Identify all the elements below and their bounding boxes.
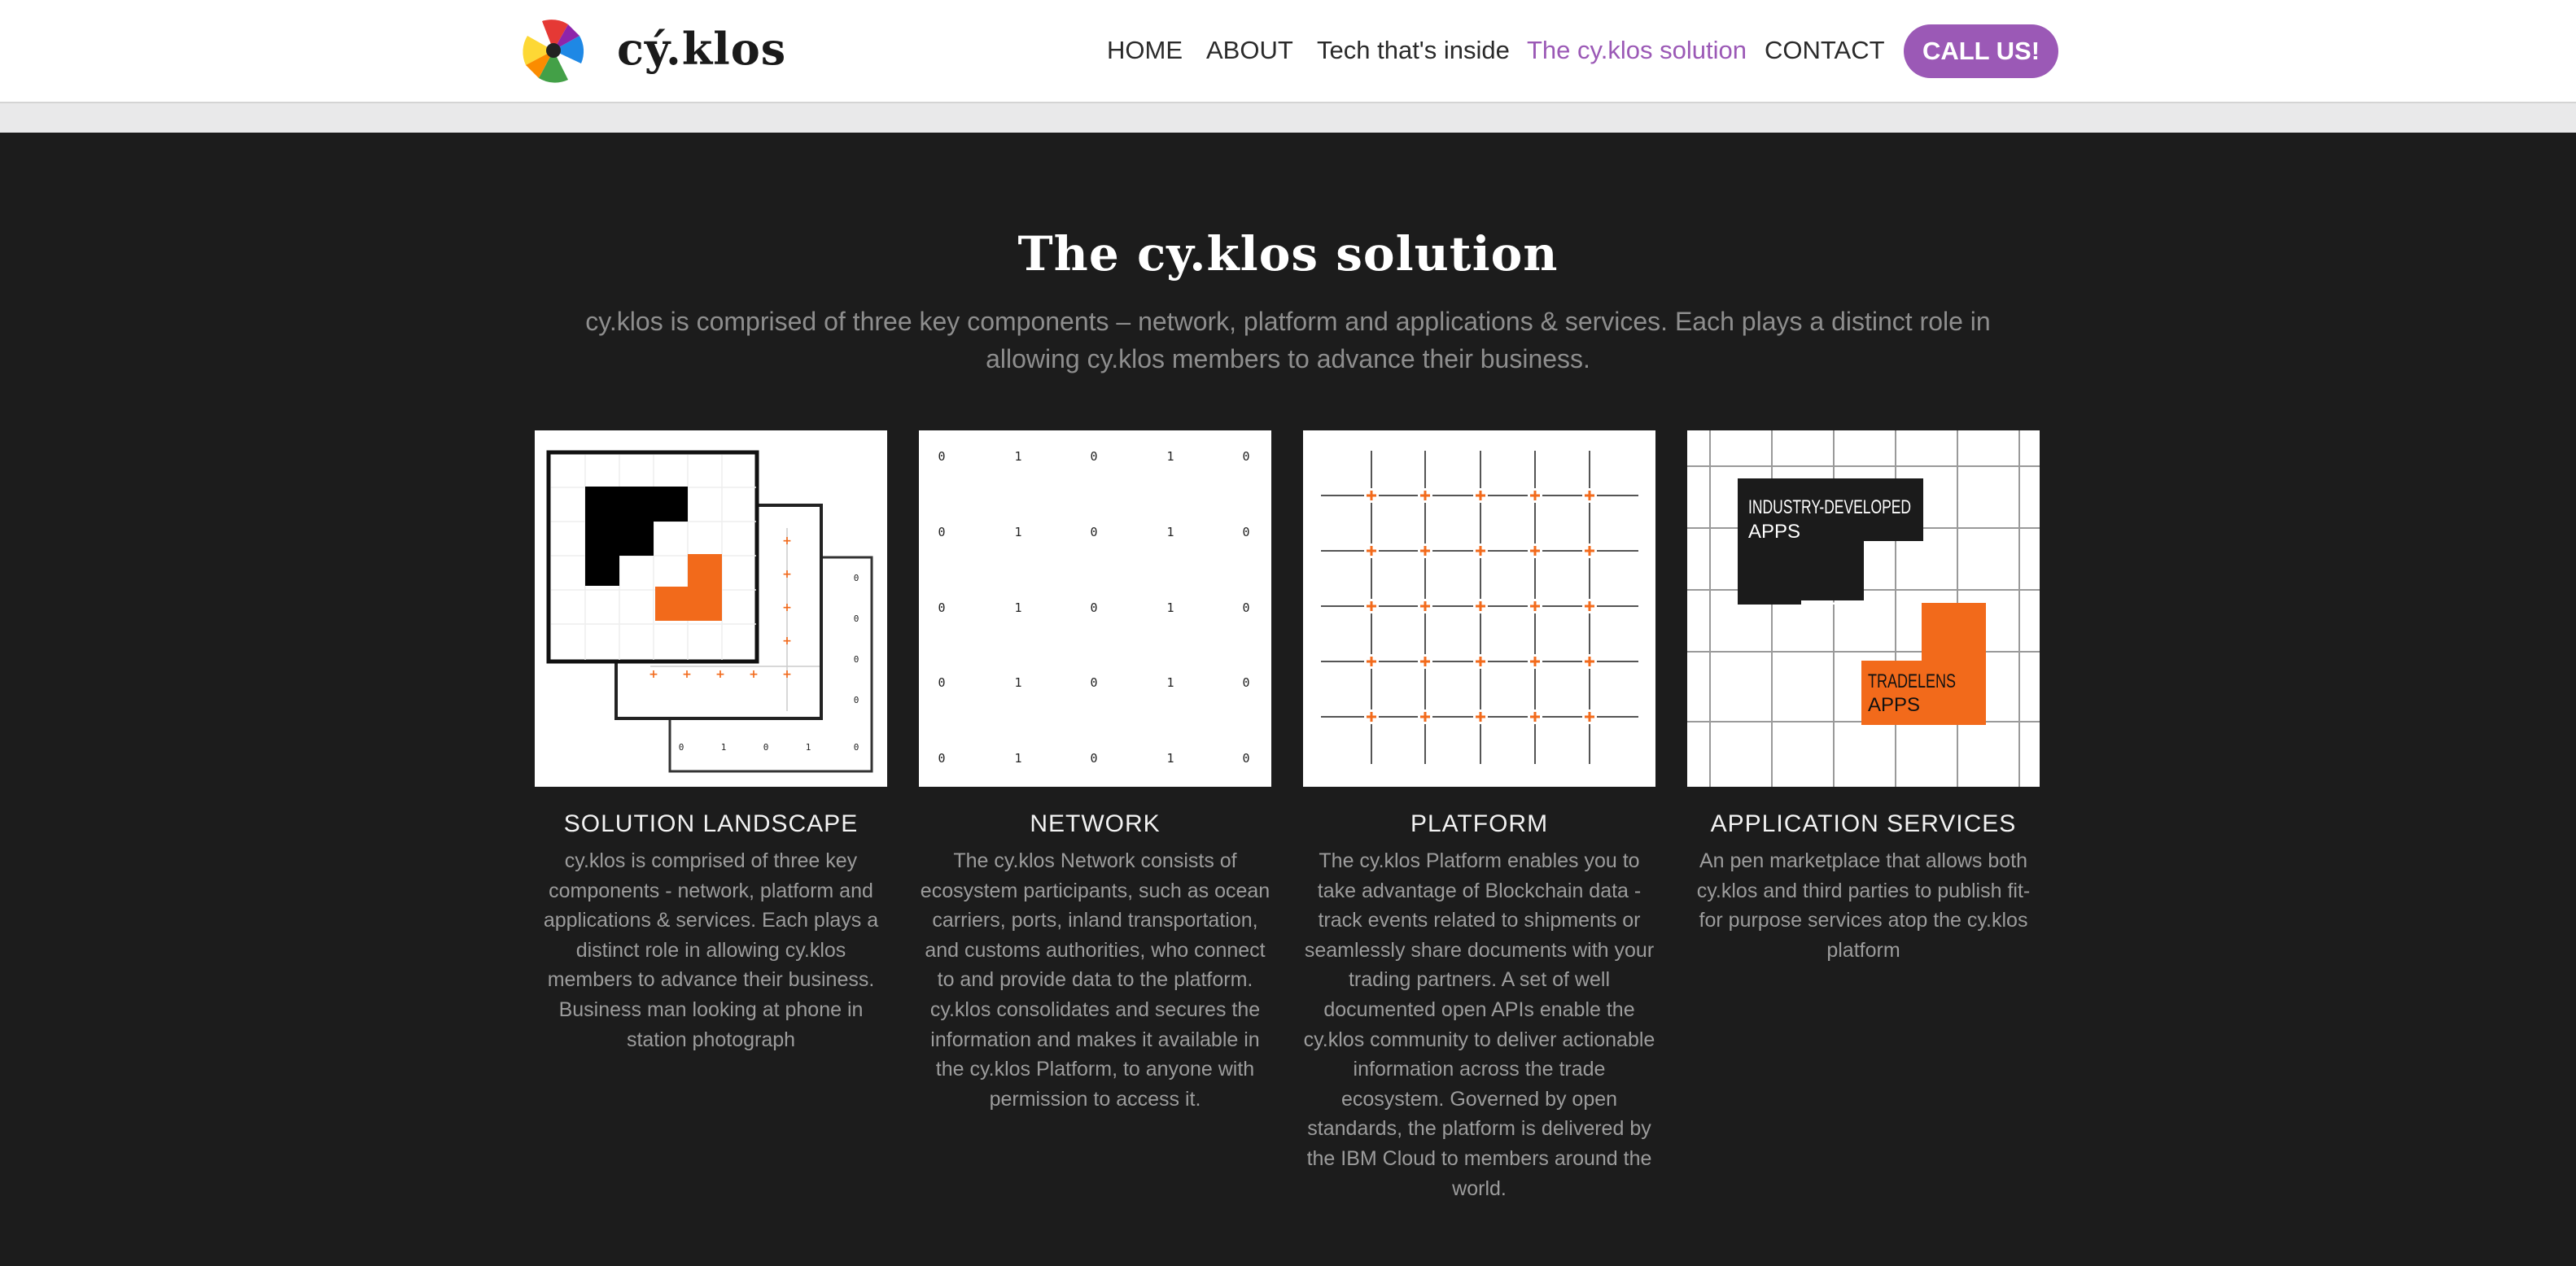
plus-marker-icon [1530, 491, 1540, 500]
svg-text:+: + [782, 668, 792, 681]
plus-marker-icon [1585, 491, 1594, 500]
pinwheel-logo-icon[interactable] [518, 15, 589, 86]
plus-marker-icon [1585, 546, 1594, 556]
network-digit: 1 [1166, 600, 1174, 615]
network-digit: 1 [1014, 449, 1021, 464]
solution-landscape-image: + + + + + + + + + 0 1 0 1 0 0 0 0 0 [535, 430, 887, 787]
card-text-network: The cy.klos Network consists of ecosyste… [920, 849, 1271, 1111]
svg-text:0: 0 [854, 654, 859, 665]
plus-marker-icon [1530, 712, 1540, 722]
brand-name[interactable]: cý.klos [617, 18, 786, 80]
svg-text:0: 0 [854, 695, 859, 705]
network-digit: 1 [1166, 525, 1174, 539]
call-us-button[interactable]: CALL US! [1904, 24, 2058, 78]
network-digit: 1 [1166, 449, 1174, 464]
plus-marker-icon [1367, 712, 1376, 722]
network-digit: 1 [1014, 600, 1021, 615]
plus-marker-icon [1476, 546, 1485, 556]
svg-text:+: + [715, 668, 725, 681]
network-digit: 0 [938, 600, 945, 615]
network-digit: 1 [1014, 751, 1021, 766]
network-digit: 0 [1242, 675, 1249, 690]
plus-marker-icon [1420, 601, 1430, 611]
plus-marker-icon [1420, 491, 1430, 500]
card-title-platform: PLATFORM [1410, 810, 1549, 837]
plus-marker-icon [1476, 601, 1485, 611]
orange-app-label-line1: TRADELENS [1868, 670, 1956, 692]
network-digit: 0 [1242, 449, 1249, 464]
plus-marker-icon [1476, 712, 1485, 722]
small-tick-label: 0 [763, 742, 769, 753]
card-text-platform: The cy.klos Platform enables you to take… [1303, 849, 1655, 1200]
svg-text:+: + [749, 668, 759, 681]
plus-marker-icon [1585, 712, 1594, 722]
plus-marker-icon [1420, 657, 1430, 666]
plus-marker-icon [1530, 546, 1540, 556]
svg-text:+: + [649, 668, 658, 681]
section-title: The cy.klos solution [1017, 226, 1559, 282]
network-digit: 0 [938, 449, 945, 464]
network-digit: 0 [1090, 675, 1097, 690]
network-digit: 0 [938, 525, 945, 539]
svg-text:0: 0 [854, 573, 859, 583]
plus-marker-icon [1530, 601, 1540, 611]
section-subtitle: cy.klos is comprised of three key compon… [585, 307, 1991, 373]
orange-app-label-line2: APPS [1868, 694, 1920, 716]
plus-marker-icon [1476, 657, 1485, 666]
network-digit: 0 [1242, 600, 1249, 615]
plus-marker-icon [1367, 657, 1376, 666]
platform-image [1303, 430, 1655, 787]
network-digit: 0 [938, 675, 945, 690]
card-text-application-services: An pen marketplace that allows both cy.k… [1696, 849, 2031, 962]
small-tick-label: 0 [854, 742, 859, 753]
plus-marker-icon [1585, 601, 1594, 611]
card-title-network: NETWORK [1030, 810, 1161, 837]
network-digit: 1 [1014, 675, 1021, 690]
card-text-solution-landscape: cy.klos is comprised of three key compon… [543, 849, 879, 1051]
network-digit: 1 [1014, 525, 1021, 539]
small-tick-label: 1 [806, 742, 811, 753]
plus-marker-icon [1367, 546, 1376, 556]
nav-contact[interactable]: CONTACT [1765, 24, 1885, 76]
network-digit: 1 [1166, 675, 1174, 690]
card-title-solution-landscape: SOLUTION LANDSCAPE [563, 810, 859, 837]
plus-marker-icon [1367, 601, 1376, 611]
svg-text:+: + [782, 601, 792, 614]
dark-app-label-line2: APPS [1748, 521, 1800, 543]
small-tick-label: 0 [679, 742, 684, 753]
network-digit: 0 [1090, 449, 1097, 464]
plus-marker-icon [1530, 657, 1540, 666]
network-digit: 0 [1090, 600, 1097, 615]
small-tick-label: 1 [721, 742, 727, 753]
nav-home[interactable]: HOME [1107, 24, 1183, 76]
svg-text:+: + [682, 668, 692, 681]
nav-about[interactable]: ABOUT [1206, 24, 1293, 76]
svg-text:+: + [782, 568, 792, 581]
nav-solution[interactable]: The cy.klos solution [1527, 24, 1747, 76]
network-image: 0 1 0 1 0 0 1 0 1 0 0 1 0 1 0 0 1 0 1 0 0 1 0 1 0 [919, 430, 1271, 787]
plus-marker-icon [1420, 546, 1430, 556]
plus-marker-icon [1585, 657, 1594, 666]
plus-marker-icon [1420, 712, 1430, 722]
dark-app-label-line1: INDUSTRY-DEVELOPED [1748, 496, 1911, 518]
network-digit: 1 [1166, 751, 1174, 766]
header-divider-bar [0, 102, 2576, 133]
network-digit: 0 [1090, 525, 1097, 539]
plus-marker-icon [1367, 491, 1376, 500]
network-digit: 0 [1242, 751, 1249, 766]
svg-text:+: + [782, 635, 792, 648]
svg-text:0: 0 [854, 613, 859, 624]
network-digit: 0 [1242, 525, 1249, 539]
svg-text:+: + [782, 535, 792, 548]
card-title-application-services: APPLICATION SERVICES [1710, 810, 2017, 837]
application-services-image: INDUSTRY-DEVELOPED APPS TRADELENS APPS [1687, 430, 2040, 787]
plus-marker-icon [1476, 491, 1485, 500]
network-digit: 0 [938, 751, 945, 766]
nav-tech-inside[interactable]: Tech that's inside [1317, 24, 1510, 76]
network-digit: 0 [1090, 751, 1097, 766]
